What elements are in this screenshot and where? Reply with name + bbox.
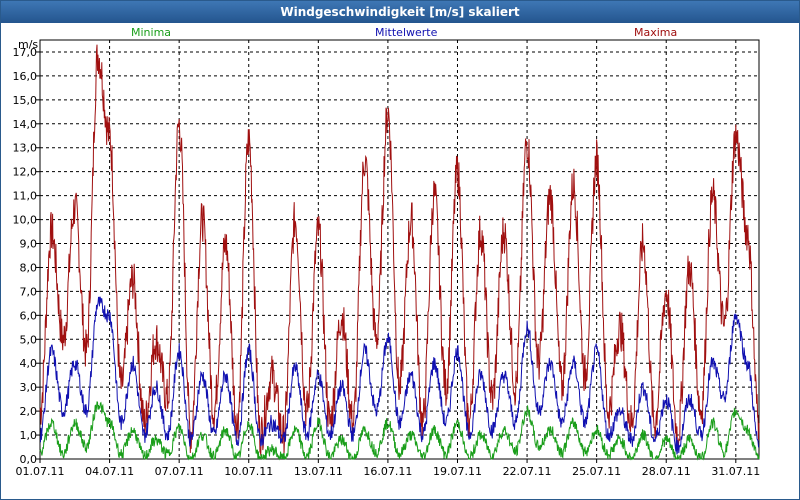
y-tick-label: 12,0 <box>13 166 38 179</box>
wind-speed-chart: 0,01,02,03,04,05,06,07,08,09,010,011,012… <box>13 38 761 478</box>
x-tick-label: 04.07.11 <box>85 465 134 478</box>
y-axis: 0,01,02,03,04,05,06,07,08,09,010,011,012… <box>13 46 40 466</box>
y-tick-label: 1,0 <box>20 429 38 442</box>
x-tick-label: 19.07.11 <box>433 465 482 478</box>
y-tick-label: 14,0 <box>13 118 38 131</box>
y-tick-label: 9,0 <box>20 238 38 251</box>
x-tick-label: 22.07.11 <box>503 465 552 478</box>
y-tick-label: 8,0 <box>20 261 38 274</box>
x-tick-label: 16.07.11 <box>363 465 412 478</box>
y-tick-label: 5,0 <box>20 333 38 346</box>
y-tick-label: 2,0 <box>20 405 38 418</box>
y-tick-label: 6,0 <box>20 309 38 322</box>
y-tick-label: 13,0 <box>13 142 38 155</box>
y-tick-label: 7,0 <box>20 285 38 298</box>
x-tick-label: 31.07.11 <box>711 465 760 478</box>
x-axis: 01.07.11 04.07.11 07.07.11 10.07.11 13.07.11… <box>16 459 760 478</box>
y-tick-label: 10,0 <box>13 214 38 227</box>
x-tick-label: 25.07.11 <box>572 465 621 478</box>
x-tick-label: 01.07.11 <box>16 465 65 478</box>
y-tick-label: 4,0 <box>20 357 38 370</box>
y-axis-unit: m/s <box>18 38 38 51</box>
x-tick-label: 13.07.11 <box>294 465 343 478</box>
y-tick-label: 3,0 <box>20 381 38 394</box>
y-tick-label: 11,0 <box>13 190 38 203</box>
x-tick-label: 10.07.11 <box>224 465 273 478</box>
x-tick-label: 07.07.11 <box>155 465 204 478</box>
y-tick-label: 16,0 <box>13 70 38 83</box>
x-tick-label: 28.07.11 <box>642 465 691 478</box>
y-tick-label: 15,0 <box>13 94 38 107</box>
